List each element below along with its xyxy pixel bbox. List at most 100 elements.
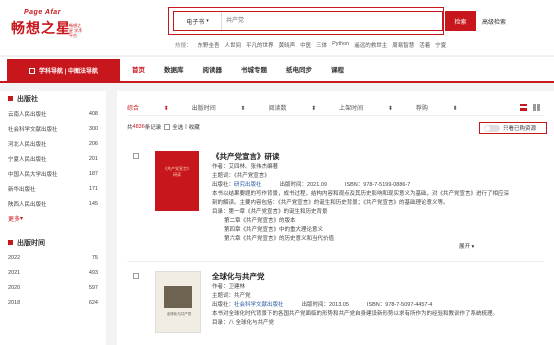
results-panel: 综合 ⬍ 出版时间 ⬍ 阅读数 ⬍ 上架时间 ⬍ 荐购 ⬍ 共 4836 条记录…	[117, 91, 554, 345]
sort-reads-label: 阅读数	[268, 106, 287, 112]
publisher-label: 出版社：	[212, 302, 235, 308]
search-box: 电子书 ▾	[173, 11, 443, 31]
nav-sync[interactable]: 纸电同步	[286, 64, 312, 74]
select-all-checkbox[interactable]	[164, 124, 171, 130]
hot-word[interactable]: 宁夏	[435, 41, 446, 49]
book-pub-row: 出版社：研究出版社 出版时间：2021.09 ISBN：978-7-5199-088…	[212, 180, 542, 189]
separator: |	[185, 124, 187, 130]
favorite-button[interactable]: 收藏	[189, 123, 200, 131]
hot-word[interactable]: 平凡的世界	[246, 41, 274, 49]
year-filter-item[interactable]: 2020 597	[0, 280, 106, 295]
publisher-name: 宁夏人民出版社	[8, 156, 47, 163]
book-publisher[interactable]: 社会科学文献出版社	[234, 302, 284, 308]
advanced-search-link[interactable]: 高级检索	[482, 17, 506, 26]
book-info: 《共产党宣言》研读 作者：艾四林、张伟杰编著 主题词：《共产党宣言》 出版社：研…	[212, 151, 542, 243]
publisher-name: 社会科学文献出版社	[8, 126, 58, 133]
expand-label: 展开	[459, 244, 471, 250]
book-checkbox[interactable]	[133, 153, 139, 159]
publisher-count: 201	[88, 155, 98, 162]
hot-word[interactable]: 活着	[419, 41, 430, 49]
publisher-filter-item[interactable]: 河北人民出版社 206	[0, 136, 106, 151]
logo-tag: 畅想之星 学术平台	[69, 23, 83, 38]
publisher-name: 新华出版社	[8, 186, 36, 193]
publisher-filter-item[interactable]: 中国人民大学出版社 187	[0, 166, 106, 181]
sort-reads[interactable]: 阅读数 ⬍	[268, 103, 316, 112]
cover-title: 《共产党宣言》研读	[163, 166, 191, 177]
logo-top-text: Page Afar	[24, 9, 61, 16]
publisher-count: 300	[88, 125, 98, 132]
year-filter-item[interactable]: 2021 493	[0, 265, 106, 280]
book-author: 作者：卫建林	[212, 284, 246, 290]
publisher-filter-item[interactable]: 陕西人民出版社 145	[0, 196, 106, 211]
logo[interactable]: Page Afar 畅想之星 畅想之星 学术平台	[11, 9, 89, 39]
list-view-icon[interactable]	[520, 104, 527, 111]
grid-view-icon[interactable]	[533, 104, 540, 111]
book-item: 《共产党宣言》研读 《共产党宣言》研读 作者：艾四林、张伟杰编著 主题词：《共产…	[127, 151, 547, 251]
nav-course[interactable]: 课程	[331, 64, 344, 74]
hot-word[interactable]: 三体	[316, 41, 327, 49]
hot-word[interactable]: Python	[332, 41, 349, 49]
nav-home[interactable]: 首页	[132, 64, 145, 74]
sort-shelf-date-label: 上架时间	[339, 106, 364, 112]
year-count: 493	[88, 269, 98, 276]
hot-word[interactable]: 人世间	[225, 41, 242, 49]
hot-word[interactable]: 黄晓声	[279, 41, 296, 49]
hot-word[interactable]: 遥远的救世主	[354, 41, 387, 49]
sort-recommend[interactable]: 荐购 ⬍	[416, 103, 458, 112]
book-summary: 本书以结果要题的写作背景，成书过程，结构内容和观点及其历史影响和现实意义为基础，…	[212, 191, 510, 197]
hot-word[interactable]: 周易智慧	[392, 41, 414, 49]
subject-nav-tab[interactable]: 学科导航 | 中图法导航	[7, 59, 120, 82]
year-name: 2018	[8, 299, 21, 306]
sort-default[interactable]: 综合 ⬍	[127, 103, 169, 112]
chevron-down-icon: ▾	[20, 215, 24, 222]
book-date: 出版时间：2013.05	[301, 302, 349, 308]
sort-shelf-date[interactable]: 上架时间 ⬍	[339, 103, 393, 112]
year-name: 2022	[8, 254, 21, 261]
book-toc: 目录：第一章《共产党宣言》的诞生和历史背景	[212, 209, 328, 215]
sort-default-label: 综合	[127, 106, 140, 112]
sort-recommend-label: 荐购	[415, 106, 428, 112]
book-author: 作者：艾四林、张伟杰编著	[212, 164, 279, 170]
publisher-filter-item[interactable]: 宁夏人民出版社 201	[0, 151, 106, 166]
book-checkbox[interactable]	[133, 273, 139, 279]
nav-bookstore[interactable]: 书城专题	[241, 64, 267, 74]
year-count: 75	[91, 254, 98, 261]
year-filter-item[interactable]: 2022 75	[0, 250, 106, 265]
cover-title: 全球化与共产党	[166, 312, 192, 316]
only-purchased-toggle[interactable]	[484, 124, 500, 132]
book-toc-item: 第六章《共产党宣言》的历史意义和当代价值	[224, 236, 335, 242]
only-purchased-label: 只看已购资源	[503, 126, 537, 132]
publisher-filter-item[interactable]: 社会科学文献出版社 300	[0, 121, 106, 136]
search-button[interactable]: 检索	[445, 11, 476, 31]
year-filter-item[interactable]: 2018 624	[0, 295, 106, 310]
book-date: 出版时间：2021.09	[279, 182, 327, 188]
result-count-bar: 共 4836 条记录 全选 | 收藏	[127, 123, 200, 131]
book-isbn: ISBN：978-7-5097-4457-4	[366, 302, 433, 308]
publisher-count: 408	[88, 110, 98, 117]
publisher-name: 陕西人民出版社	[8, 201, 47, 208]
book-cover[interactable]: 《共产党宣言》研读	[155, 151, 199, 211]
only-purchased-toggle-frame: 只看已购资源	[479, 122, 547, 134]
count-suffix: 条记录	[144, 125, 162, 131]
bullet-icon	[8, 240, 13, 245]
book-title[interactable]: 《共产党宣言》研读	[212, 151, 542, 162]
sort-bar: 综合 ⬍ 出版时间 ⬍ 阅读数 ⬍ 上架时间 ⬍ 荐购 ⬍	[127, 100, 544, 116]
publisher-count: 187	[88, 170, 98, 177]
publisher-filter-item[interactable]: 云南人民出版社 408	[0, 106, 106, 121]
sort-pubdate[interactable]: 出版时间 ⬍	[192, 103, 246, 112]
search-type-select[interactable]: 电子书 ▾	[174, 12, 222, 30]
header: Page Afar 畅想之星 畅想之星 学术平台 电子书 ▾ 检索 高级检索 热…	[0, 0, 554, 55]
nav-reader[interactable]: 阅读器	[203, 64, 223, 74]
publisher-filter-item[interactable]: 新华出版社 171	[0, 181, 106, 196]
hot-word[interactable]: 中医	[300, 41, 311, 49]
book-toc: 第四章《共产党宣言》中的重大理论意义	[212, 225, 542, 234]
expand-button[interactable]: 展开 ▾	[459, 242, 474, 250]
book-title[interactable]: 全球化与共产党	[212, 271, 542, 282]
search-input[interactable]	[226, 15, 406, 27]
publisher-count: 206	[88, 140, 98, 147]
nav-database[interactable]: 数据库	[164, 64, 184, 74]
book-publisher[interactable]: 研究出版社	[234, 182, 262, 188]
book-cover[interactable]: 全球化与共产党	[155, 271, 201, 333]
hot-word[interactable]: 东野圭吾	[198, 41, 220, 49]
more-publishers-link[interactable]: 更多 ▾	[0, 211, 106, 225]
